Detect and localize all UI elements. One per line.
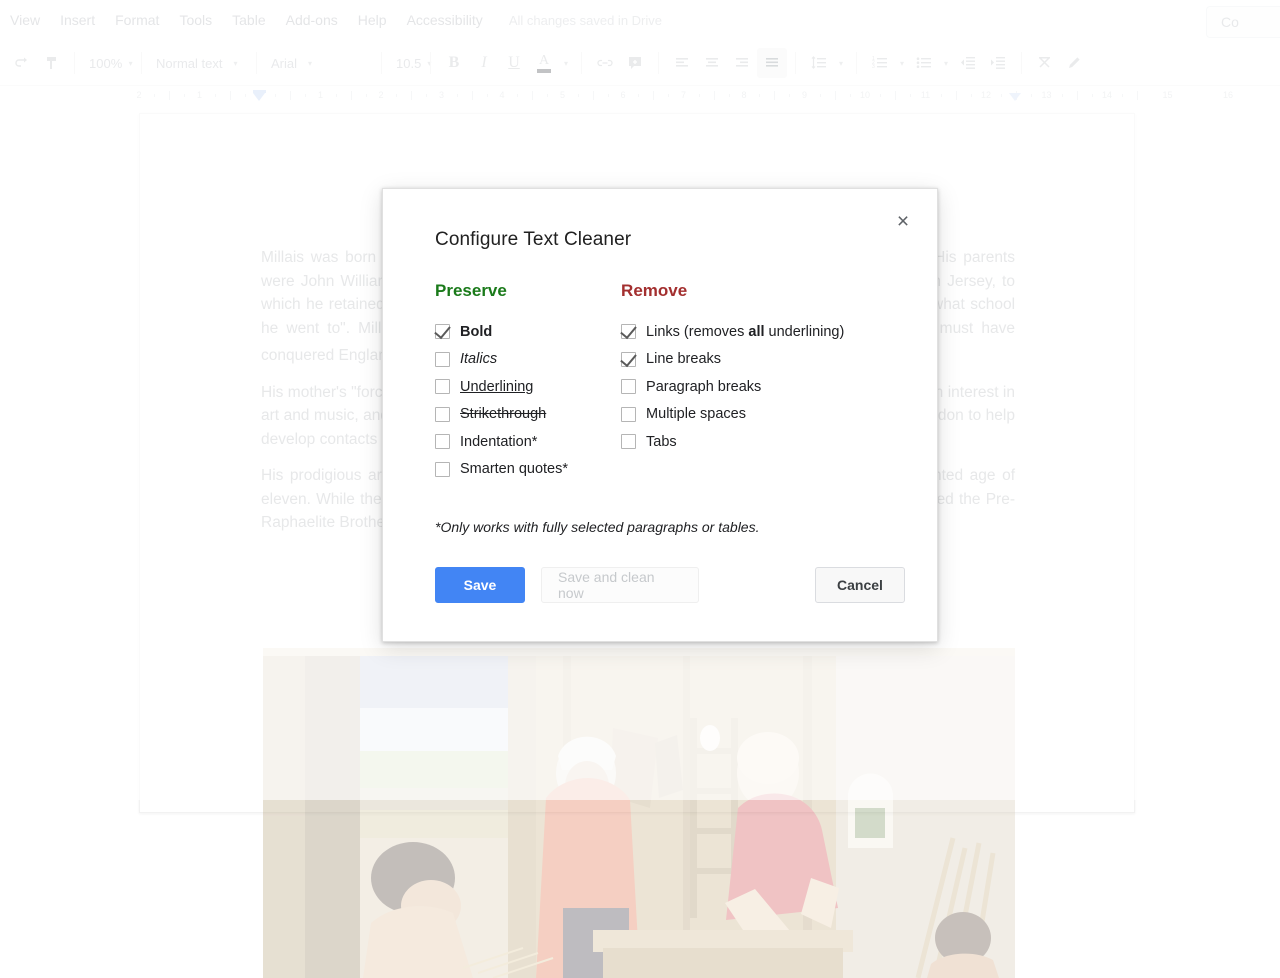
configure-text-cleaner-dialog: × Configure Text Cleaner Preserve Bold It…: [382, 188, 938, 642]
options-columns: Preserve Bold Italics Underlining Strikethr…: [435, 281, 905, 483]
preserve-options-list: Bold Italics Underlining Strikethrough Inden…: [435, 318, 621, 483]
checkbox-label: Links (removes all underlining): [646, 324, 844, 340]
checkbox-row[interactable]: Strikethrough: [435, 401, 621, 429]
checkbox-label: Line breaks: [646, 351, 721, 367]
cancel-button[interactable]: Cancel: [815, 567, 905, 603]
checkbox-line-breaks[interactable]: [621, 352, 636, 367]
dialog-button-row: Save Save and clean now Cancel: [435, 567, 905, 603]
remove-options-list: Links (removes all underlining) Line brea…: [621, 318, 905, 456]
checkbox-row[interactable]: Paragraph breaks: [621, 373, 905, 401]
checkbox-row[interactable]: Smarten quotes*: [435, 456, 621, 484]
checkbox-bold[interactable]: [435, 324, 450, 339]
save-and-clean-now-button[interactable]: Save and clean now: [541, 567, 699, 603]
preserve-heading: Preserve: [435, 281, 621, 301]
save-button[interactable]: Save: [435, 567, 525, 603]
dialog-footnote: *Only works with fully selected paragrap…: [435, 519, 759, 535]
checkbox-tabs[interactable]: [621, 434, 636, 449]
checkbox-label: Smarten quotes*: [460, 461, 568, 477]
checkbox-italics[interactable]: [435, 352, 450, 367]
checkbox-strikethrough[interactable]: [435, 407, 450, 422]
checkbox-row[interactable]: Links (removes all underlining): [621, 318, 905, 346]
checkbox-row[interactable]: Bold: [435, 318, 621, 346]
checkbox-row[interactable]: Line breaks: [621, 346, 905, 374]
checkbox-label: Italics: [460, 351, 497, 367]
checkbox-row[interactable]: Underlining: [435, 373, 621, 401]
checkbox-row[interactable]: Multiple spaces: [621, 401, 905, 429]
checkbox-label: Multiple spaces: [646, 406, 746, 422]
checkbox-label: Strikethrough: [460, 406, 546, 422]
checkbox-links-removes-all-underlining[interactable]: [621, 324, 636, 339]
checkbox-label: Paragraph breaks: [646, 379, 761, 395]
checkbox-underlining[interactable]: [435, 379, 450, 394]
close-icon[interactable]: ×: [887, 205, 919, 237]
checkbox-row[interactable]: Indentation*: [435, 428, 621, 456]
checkbox-smarten-quotes[interactable]: [435, 462, 450, 477]
dialog-title: Configure Text Cleaner: [435, 229, 631, 251]
checkbox-label: Indentation*: [460, 434, 537, 450]
remove-column: Remove Links (removes all underlining)Li…: [621, 281, 905, 483]
checkbox-row[interactable]: Tabs: [621, 428, 905, 456]
checkbox-indentation[interactable]: [435, 434, 450, 449]
checkbox-label: Tabs: [646, 434, 677, 450]
checkbox-label: Bold: [460, 324, 492, 340]
preserve-column: Preserve Bold Italics Underlining Strikethr…: [435, 281, 621, 483]
checkbox-row[interactable]: Italics: [435, 346, 621, 374]
checkbox-multiple-spaces[interactable]: [621, 407, 636, 422]
remove-heading: Remove: [621, 281, 905, 301]
checkbox-label: Underlining: [460, 379, 533, 395]
checkbox-paragraph-breaks[interactable]: [621, 379, 636, 394]
